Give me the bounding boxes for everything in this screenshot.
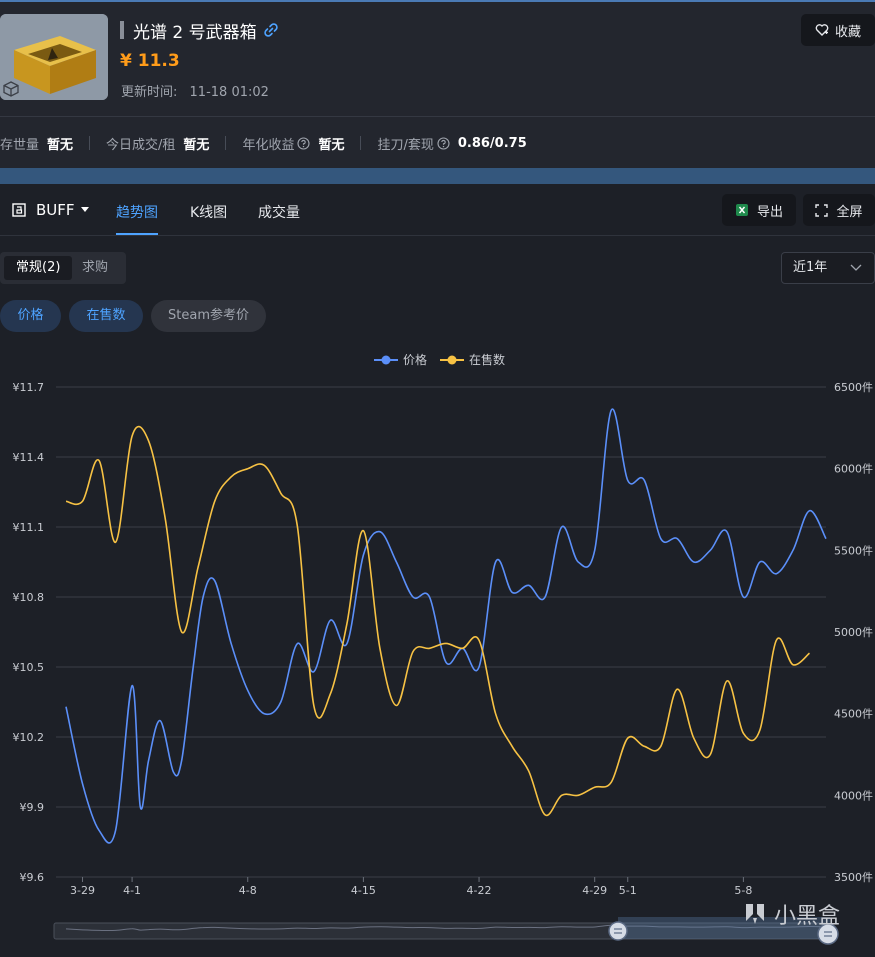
- stat-label: 今日成交/租: [106, 137, 176, 153]
- stat-knife-ratio: 挂刀/套现 0.86/0.75: [377, 134, 526, 153]
- x-tick-label: 4-8: [239, 884, 257, 897]
- trend-chart[interactable]: ¥9.6 ¥9.9 ¥10.2 ¥10.5 ¥10.8 ¥11.1 ¥11.4 ¥11.7 35…: [0, 340, 875, 957]
- stat-label: 挂刀/套现: [377, 137, 434, 153]
- fullscreen-label: 全屏: [836, 204, 863, 220]
- stat-separator: [225, 136, 227, 150]
- item-thumbnail: [0, 14, 108, 100]
- toggle-listings[interactable]: 在售数: [69, 300, 143, 332]
- tab-trend[interactable]: 趋势图: [116, 202, 158, 222]
- source-label: BUFF: [36, 201, 75, 219]
- update-label: 更新时间:: [121, 85, 178, 100]
- y-right-tick-label: 5000件: [834, 626, 873, 639]
- link-icon[interactable]: [263, 22, 279, 38]
- chart-toolbar: BUFF 趋势图 K线图 成交量 导出 全屏: [0, 184, 875, 236]
- x-tick-label: 4-15: [351, 884, 376, 897]
- y-left-tick-label: ¥10.5: [13, 661, 45, 674]
- filter-regular[interactable]: 常规(2): [4, 256, 73, 280]
- heart-icon: [815, 24, 829, 36]
- y-left-tick-label: ¥10.2: [13, 731, 45, 744]
- section-divider: [0, 168, 875, 184]
- stat-separator: [360, 136, 362, 150]
- fullscreen-button[interactable]: 全屏: [803, 194, 875, 226]
- update-info: 更新时间: 11-18 01:02: [121, 81, 269, 100]
- filter-buy-order[interactable]: 求购: [74, 256, 116, 280]
- update-time: 11-18 01:02: [189, 85, 269, 100]
- excel-icon: [735, 204, 748, 216]
- watermark-text: 小黑盒: [774, 904, 841, 929]
- range-value: 近1年: [793, 260, 828, 275]
- x-tick-label: 3-29: [70, 884, 95, 897]
- y-right-tick-label: 6000件: [834, 463, 873, 476]
- export-label: 导出: [756, 204, 783, 220]
- export-button[interactable]: 导出: [722, 194, 796, 226]
- active-tab-indicator: [116, 233, 158, 235]
- stats-row: 存世量 暂无 今日成交/租 暂无 年化收益 暂无 挂刀/套现 0.86/0.75: [0, 133, 527, 153]
- fullscreen-icon: [815, 203, 829, 217]
- tab-kline[interactable]: K线图: [190, 202, 227, 222]
- zoom-handle-left[interactable]: [608, 921, 628, 941]
- help-icon[interactable]: [297, 136, 311, 150]
- y-left-tick-label: ¥10.8: [13, 591, 45, 604]
- buff-logo-icon: [12, 203, 26, 217]
- legend-marker: [447, 355, 457, 365]
- cube-icon: [3, 81, 19, 97]
- watermark: 小黑盒: [742, 898, 840, 930]
- y-right-tick-label: 6500件: [834, 381, 873, 394]
- legend-marker: [381, 355, 391, 365]
- y-right-tick-label: 3500件: [834, 871, 873, 884]
- stat-annual-return: 年化收益 暂无: [242, 134, 344, 153]
- stat-value: 暂无: [318, 137, 345, 153]
- stat-label: 存世量: [0, 137, 40, 153]
- header-divider: [0, 116, 875, 117]
- x-tick-label: 4-29: [582, 884, 607, 897]
- x-tick-label: 4-1: [123, 884, 141, 897]
- favorite-button[interactable]: 收藏: [801, 14, 875, 46]
- legend-label: 在售数: [469, 352, 505, 367]
- chevron-down-icon: [850, 264, 862, 271]
- y-left-tick-label: ¥9.6: [20, 871, 45, 884]
- y-left-tick-label: ¥11.1: [13, 521, 45, 534]
- stat-today-trades: 今日成交/租 暂无: [106, 134, 209, 153]
- legend-label: 价格: [403, 352, 427, 367]
- title-accent: [120, 21, 124, 39]
- stat-supply: 存世量 暂无: [0, 134, 73, 153]
- time-range-select[interactable]: 近1年: [781, 252, 875, 284]
- help-icon[interactable]: [437, 136, 450, 150]
- listings-series-line: [65, 425, 811, 817]
- stat-label: 年化收益: [242, 137, 295, 153]
- favorite-label: 收藏: [834, 24, 861, 40]
- caret-down-icon: [80, 207, 89, 212]
- y-right-tick-label: 4000件: [834, 789, 873, 802]
- x-tick-label: 5-1: [619, 884, 637, 897]
- item-header: 光谱 2 号武器箱 ¥ 11.3 更新时间: 11-18 01:02 收藏 存世…: [0, 2, 875, 168]
- y-left-tick-label: ¥9.9: [20, 801, 45, 814]
- item-price: ¥ 11.3: [120, 51, 180, 71]
- x-tick-label: 4-22: [467, 884, 492, 897]
- toggle-price[interactable]: 价格: [0, 300, 61, 332]
- stat-value: 暂无: [183, 137, 210, 153]
- tab-volume[interactable]: 成交量: [258, 202, 300, 222]
- order-type-filter: 常规(2) 求购: [0, 252, 126, 284]
- y-right-tick-label: 4500件: [834, 708, 873, 721]
- item-title-row: 光谱 2 号武器箱: [120, 18, 279, 43]
- source-select[interactable]: BUFF: [12, 201, 89, 219]
- x-tick-label: 5-8: [734, 884, 752, 897]
- stat-value: 0.86/0.75: [457, 135, 527, 151]
- toggle-steam-price[interactable]: Steam参考价: [151, 300, 266, 332]
- y-right-tick-label: 5500件: [834, 544, 873, 557]
- stat-value: 暂无: [47, 137, 74, 153]
- xiaoheihe-logo-icon: [746, 904, 764, 924]
- y-left-tick-label: ¥11.4: [13, 451, 45, 464]
- y-left-tick-label: ¥11.7: [13, 381, 45, 394]
- stat-separator: [89, 136, 91, 150]
- item-title: 光谱 2 号武器箱: [133, 22, 257, 43]
